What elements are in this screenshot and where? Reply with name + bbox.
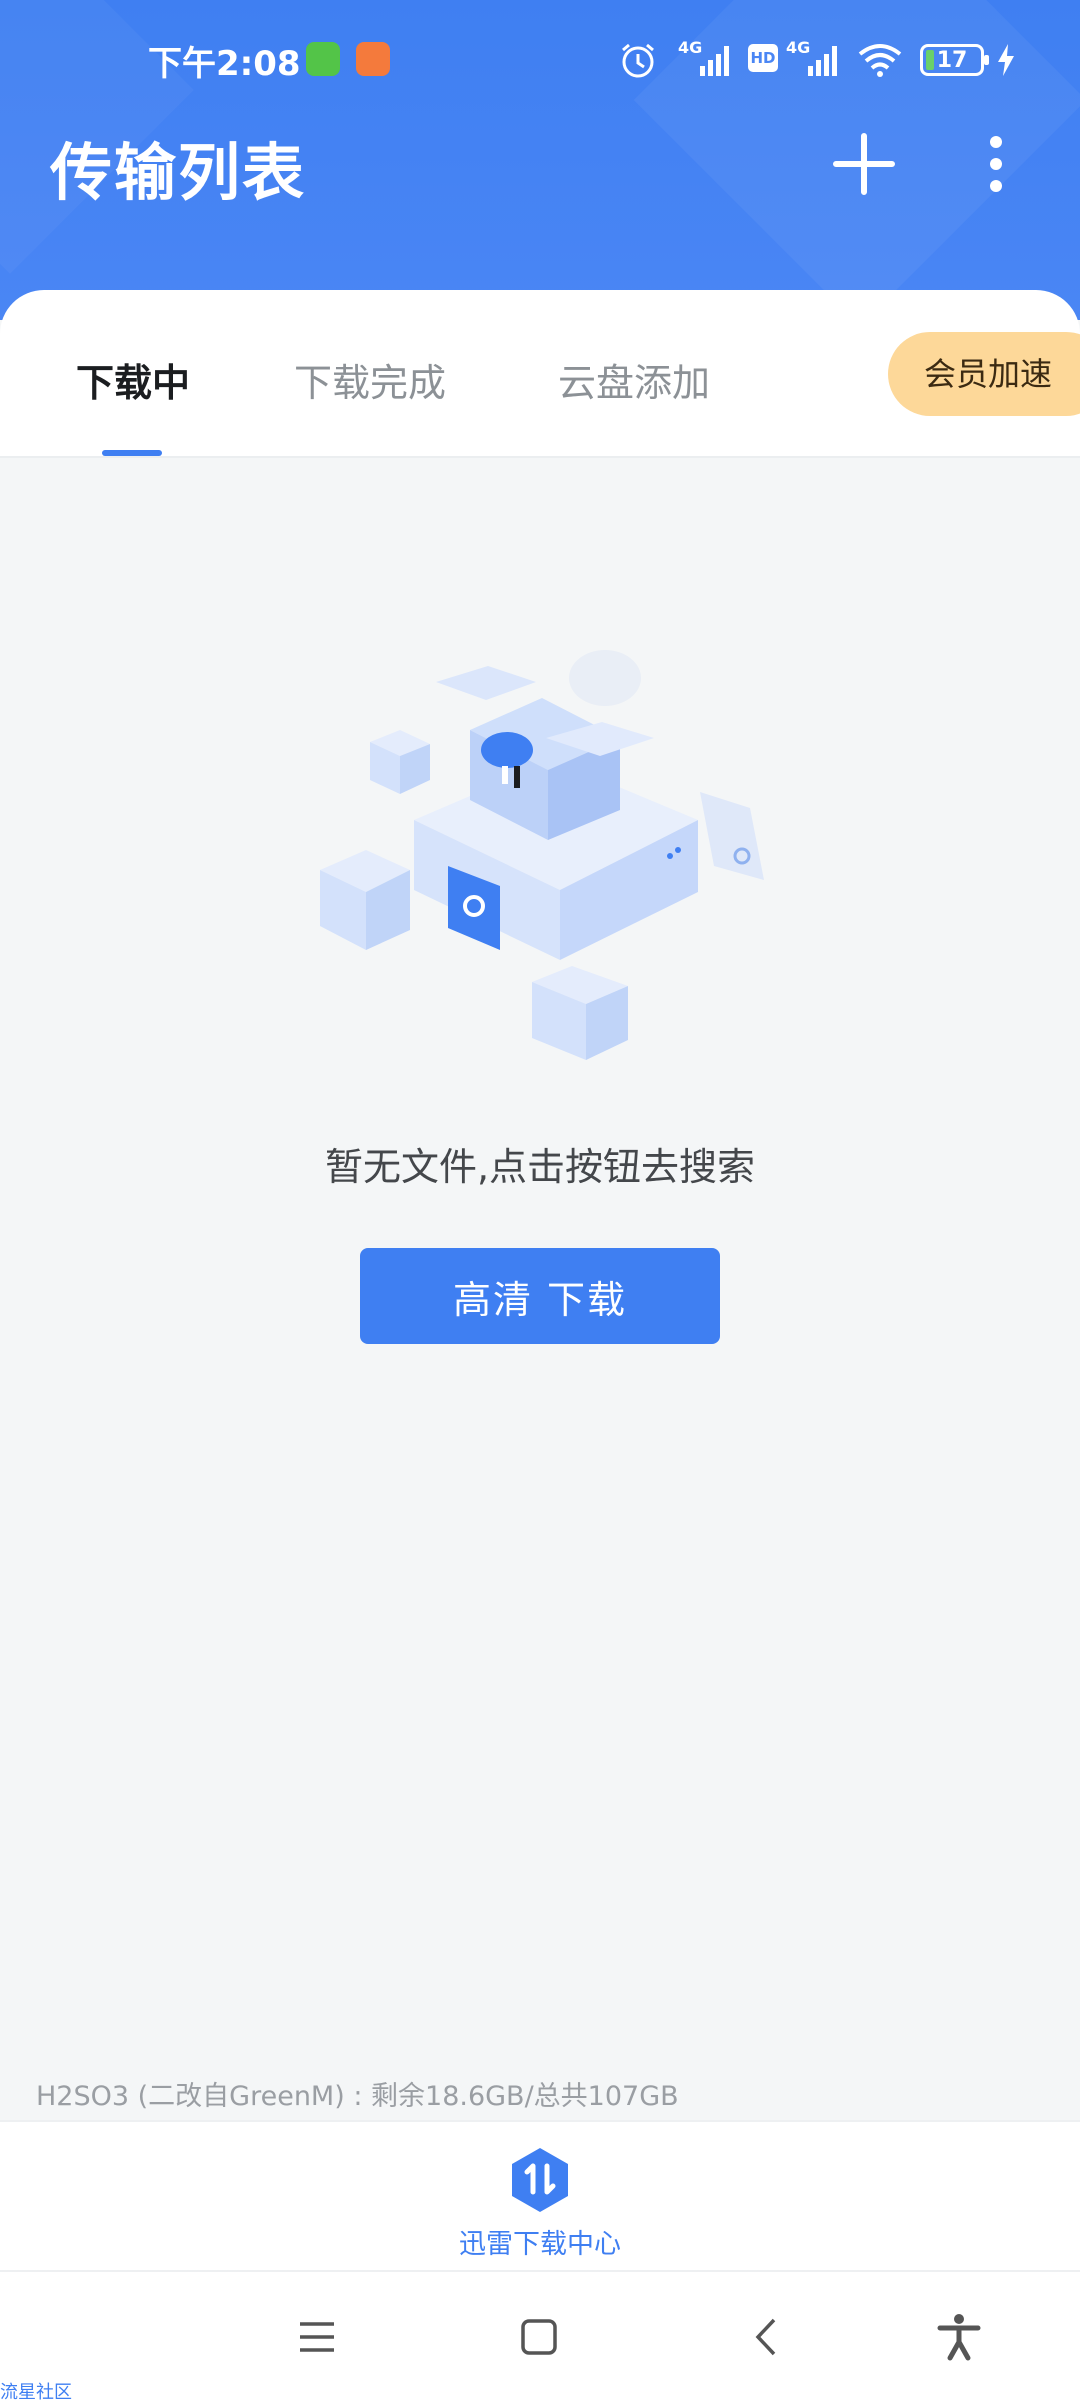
vip-boost-button[interactable]: 会员加速 (888, 332, 1080, 416)
menu-icon[interactable] (292, 2312, 342, 2362)
cat-app-icon (306, 42, 340, 76)
status-time: 下午2:08 (148, 44, 301, 84)
tab-downloading[interactable]: 下载中 (76, 352, 190, 407)
watermark: 流星社区 (0, 2382, 72, 2400)
plus-icon[interactable] (830, 130, 898, 198)
empty-box-illustration (320, 650, 764, 1060)
storage-info: H2SO3 (二改自GreenM) : 剩余18.6GB/总共107GB (36, 2081, 679, 2112)
charging-icon (998, 44, 1014, 76)
home-icon[interactable] (514, 2312, 564, 2362)
alarm-icon (622, 43, 654, 78)
tab-bar: 下载中 下载完成 云盘添加 会员加速 (0, 290, 1080, 458)
wifi-icon (858, 44, 902, 77)
tab-cloud-add[interactable]: 云盘添加 (558, 352, 710, 407)
back-icon[interactable] (742, 2312, 792, 2362)
shop-app-icon (356, 42, 390, 76)
hd-download-button[interactable]: 高清 下载 (360, 1248, 720, 1344)
empty-state-message: 暂无文件,点击按钮去搜索 (324, 1145, 756, 1189)
battery-level: 17 (936, 47, 968, 73)
status-bar: 下午2:08 4G HD 4G 17 (0, 0, 1080, 120)
page-title: 传输列表 (50, 136, 307, 209)
accessibility-icon[interactable] (934, 2312, 984, 2362)
tab-download-complete[interactable]: 下载完成 (294, 352, 446, 407)
more-vertical-icon[interactable] (968, 130, 1024, 198)
battery-icon: 17 (920, 44, 989, 76)
tab-indicator (102, 450, 162, 456)
signal-icon (808, 46, 837, 76)
hd-icon: HD (748, 44, 778, 72)
download-center-label[interactable]: 迅雷下载中心 (0, 2222, 1080, 2261)
system-nav-bar (0, 2270, 1080, 2400)
signal-icon (700, 46, 729, 76)
bottom-nav: 迅雷下载中心 (0, 2120, 1080, 2270)
transfer-hexagon-icon[interactable] (509, 2146, 571, 2214)
